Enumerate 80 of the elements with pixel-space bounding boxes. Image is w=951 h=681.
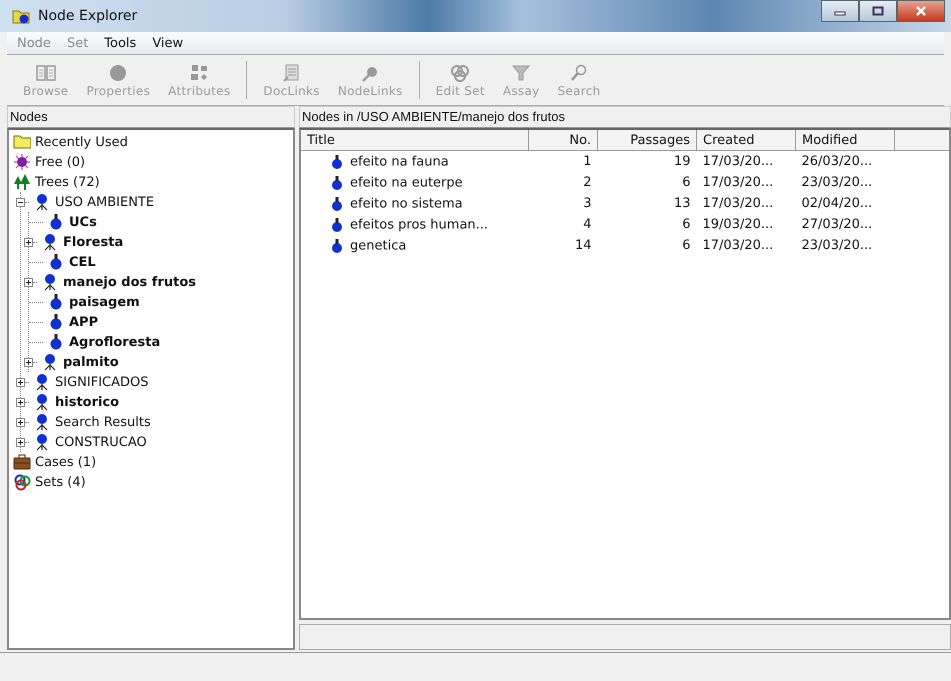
table-cell: 02/04/20... (802, 196, 872, 211)
expand-toggle[interactable] (24, 238, 33, 246)
tree-item[interactable]: USO AMBIENTE (55, 194, 154, 210)
table-cell: genetica (350, 238, 406, 254)
expand-toggle[interactable] (24, 278, 33, 286)
tree-item[interactable]: CONSTRUCAO (55, 434, 147, 450)
tree-item[interactable]: Floresta (63, 234, 124, 250)
table-cell: 17/03/20... (702, 154, 774, 169)
column-header[interactable]: Created (696, 130, 796, 150)
rings-icon (13, 473, 31, 491)
flask-icon (329, 216, 345, 232)
table-cell: 2 (583, 175, 592, 190)
close-button[interactable] (897, 0, 945, 22)
menu-item[interactable]: View (152, 36, 184, 50)
flask-icon (329, 154, 345, 170)
expand-toggle[interactable] (16, 438, 25, 446)
maximize-button[interactable] (859, 0, 897, 22)
table-cell: 6 (682, 217, 690, 232)
spiky-ball-icon (13, 153, 31, 171)
tree-item[interactable]: CEL (69, 254, 96, 270)
menu-item[interactable]: Tools (104, 36, 136, 50)
table-cell: 19/03/20... (702, 217, 774, 232)
tree-item[interactable]: Recently Used (35, 134, 128, 150)
tree-item[interactable]: manejo dos frutos (63, 274, 196, 290)
table-cell: efeito na fauna (350, 154, 449, 170)
table-cell: 6 (682, 238, 690, 253)
tree-item[interactable]: Sets (4) (35, 474, 86, 490)
expand-toggle[interactable] (24, 358, 33, 366)
table-cell: efeito no sistema (350, 196, 463, 212)
rings-icon (449, 62, 472, 82)
flask-icon (329, 238, 345, 254)
table-cell: 26/03/20... (802, 154, 872, 169)
tree-item[interactable]: palmito (63, 354, 119, 370)
table-cell: 17/03/20... (702, 175, 774, 190)
tree-item[interactable]: Search Results (55, 414, 151, 430)
table-cell: 19 (674, 154, 690, 169)
expand-toggle[interactable] (16, 398, 25, 406)
table-cell: 13 (674, 196, 690, 211)
folder-icon (12, 8, 30, 24)
flask-icon (329, 174, 345, 190)
tree-item[interactable]: Free (0) (35, 154, 86, 170)
flask-icon (329, 196, 345, 212)
expand-toggle[interactable] (16, 378, 25, 386)
tree-item[interactable]: historico (55, 394, 120, 410)
table-cell: 17/03/20... (702, 196, 774, 211)
table-cell: 14 (574, 238, 592, 253)
table-cell: efeitos pros human... (350, 217, 488, 232)
collapse-toggle[interactable] (16, 198, 25, 206)
column-header[interactable]: Modified (796, 130, 894, 150)
tree-item[interactable]: UCs (69, 214, 97, 230)
table-cell: 4 (583, 217, 592, 232)
panel-header: Nodes in /USO AMBIENTE/manejo dos frutos (299, 106, 951, 128)
tree-item[interactable]: Trees (72) (35, 174, 100, 190)
folder-icon (13, 133, 31, 151)
tree-item[interactable]: Cases (1) (35, 454, 96, 470)
table-cell: 23/03/20... (802, 175, 872, 190)
book-icon (34, 62, 57, 82)
tree-item[interactable]: Agrofloresta (69, 334, 160, 350)
maximize-icon (872, 6, 884, 16)
table-cell: 23/03/20... (802, 238, 872, 253)
table-cell: 3 (583, 196, 592, 211)
column-header[interactable]: Title (301, 130, 528, 150)
trees-icon (13, 173, 31, 191)
table-cell: 1 (583, 154, 592, 169)
column-header[interactable]: No. (528, 130, 598, 150)
tree-item[interactable]: SIGNIFICADOS (55, 374, 148, 390)
minimize-button[interactable] (821, 0, 859, 22)
tree-item[interactable]: paisagem (69, 294, 140, 310)
table-cell: 6 (682, 175, 690, 190)
expand-toggle[interactable] (16, 418, 25, 426)
close-icon (915, 6, 927, 16)
column-header[interactable]: Passages (598, 130, 696, 150)
tree-item[interactable]: APP (69, 314, 98, 330)
panel-header: Nodes (7, 106, 295, 128)
filter-icon (510, 62, 532, 82)
briefcase-icon (13, 453, 31, 471)
table-cell: 27/03/20... (802, 217, 872, 232)
table-cell: 17/03/20... (702, 238, 774, 253)
table-cell: efeito na euterpe (350, 175, 463, 190)
window-title: Node Explorer (38, 8, 138, 24)
